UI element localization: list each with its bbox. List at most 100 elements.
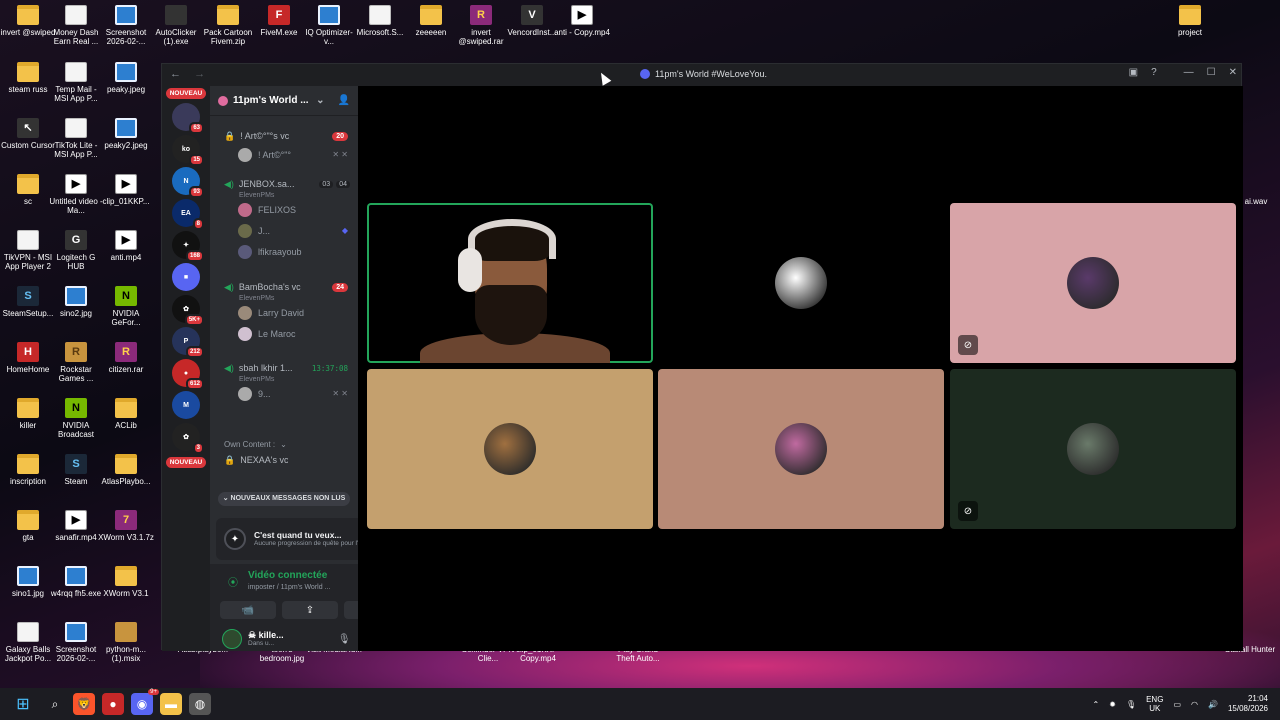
server-icon[interactable]: P 212 xyxy=(172,327,204,358)
server-icon[interactable]: N 93 xyxy=(172,167,204,198)
avatar[interactable] xyxy=(222,629,242,649)
screen-share-button[interactable]: ⇪ xyxy=(282,601,338,619)
desktop-icon[interactable]: Rinvert @swiped.rar xyxy=(453,5,509,46)
voice-user[interactable]: 9... ✕ ✕ xyxy=(210,383,358,404)
desktop-icon[interactable]: F FiveM.exe xyxy=(251,5,307,37)
desktop-icon[interactable]: w4rqq fh5.exe xyxy=(48,566,104,598)
voice-user[interactable]: ! Art©°"° ✕ ✕ xyxy=(210,144,358,165)
desktop-icon[interactable]: Pack Cartoon Fivem.zip xyxy=(200,5,256,46)
wifi-icon[interactable]: ◠ xyxy=(1191,700,1198,709)
voice-user[interactable]: Le Maroc xyxy=(210,323,358,344)
participant-tile[interactable]: ⊘ xyxy=(950,203,1236,363)
desktop-icon-label: invert @swiped.rar xyxy=(458,28,504,46)
server-icon[interactable]: ■ xyxy=(172,263,200,291)
voice-status[interactable]: Vidéo connectée xyxy=(248,570,327,581)
channel-art[interactable]: 🔒 ! Art©°"°s vc 20 ! Art©°"° ✕ ✕ xyxy=(210,128,358,165)
desktop-icon[interactable]: python-m... (1).msix xyxy=(98,622,154,663)
desktop-icon[interactable]: Screenshot 2026-02-... xyxy=(48,622,104,663)
server-icon[interactable]: ● 612 xyxy=(172,359,204,390)
maximize-button[interactable]: ☐ xyxy=(1207,67,1216,78)
server-icon[interactable]: ✿ 3 xyxy=(172,423,204,454)
participant-tile[interactable] xyxy=(658,203,944,363)
unread-messages-bar[interactable]: ⌄ NOUVEAUX MESSAGES NON LUS xyxy=(218,492,350,506)
desktop-icon[interactable]: Microsoft.S... xyxy=(352,5,408,37)
category-own-content[interactable]: Own Content : ⌄ 🔒 NEXAA's vc xyxy=(210,436,358,468)
desktop-icon[interactable]: ▶ anti - Copy.mp4 xyxy=(554,5,610,37)
minimize-button[interactable]: — xyxy=(1184,67,1194,78)
close-button[interactable]: ✕ xyxy=(1229,67,1237,78)
voice-user[interactable]: J... ◆ xyxy=(210,220,358,241)
desktop-icon[interactable]: XWorm V3.1 xyxy=(98,566,154,598)
desktop-icon[interactable]: S Steam xyxy=(48,454,104,486)
desktop-icon[interactable]: G Logitech G HUB xyxy=(48,230,104,271)
channel-jenbox[interactable]: ◀) JENBOX.sa... 03 04 ElevenPMs FELIXOS J..… xyxy=(210,176,358,262)
new-badge-top[interactable]: NOUVEAU xyxy=(166,88,206,99)
desktop-icon[interactable]: R Rockstar Games ... xyxy=(48,342,104,383)
file-explorer-icon[interactable]: ▬ xyxy=(160,693,182,715)
participant-tile[interactable]: ⊘ xyxy=(950,369,1236,529)
camera-button[interactable]: 📹 xyxy=(220,601,276,619)
server-icon[interactable]: ✿ 5K+ xyxy=(172,295,204,326)
brave-browser-icon[interactable]: 🦁 xyxy=(73,693,95,715)
desktop-icon[interactable]: ACLib xyxy=(98,398,154,430)
voice-user[interactable]: Larry David xyxy=(210,302,358,323)
desktop-icon[interactable]: AutoClicker (1).exe xyxy=(148,5,204,46)
desktop-icon[interactable]: sino2.jpg xyxy=(48,286,104,318)
camera-video-tile[interactable] xyxy=(367,203,653,363)
add-member-icon[interactable]: 👤 xyxy=(338,95,350,106)
microphone-tray-icon[interactable]: 🎙 xyxy=(1126,700,1136,709)
desktop-icon[interactable]: zeeeeen xyxy=(403,5,459,37)
server-icon[interactable]: EA 8 xyxy=(172,199,204,230)
desktop-icon[interactable]: N NVIDIA GeFor... xyxy=(98,286,154,327)
red-app-icon[interactable]: ● xyxy=(102,693,124,715)
server-icon[interactable]: M xyxy=(172,391,200,419)
volume-icon[interactable]: 🔊 xyxy=(1208,700,1218,709)
server-icon[interactable]: 63 xyxy=(172,103,204,134)
desktop-icon[interactable]: ▶ anti.mp4 xyxy=(98,230,154,262)
desktop-icon[interactable]: AtlasPlaybo... xyxy=(98,454,154,486)
chevron-up-icon[interactable]: ⌃ xyxy=(1093,700,1100,709)
steam-taskbar-icon[interactable]: ◍ xyxy=(189,693,211,715)
channel-sbah[interactable]: ◀) sbah lkhir 1... 13:37:08 ElevenPMs 9...… xyxy=(210,360,358,404)
start-button[interactable]: ⊞ xyxy=(12,693,34,715)
desktop-icon[interactable]: Rcitizen.rar xyxy=(98,342,154,374)
participant-tile[interactable] xyxy=(658,369,944,529)
desktop-icon[interactable]: V VencordInst... xyxy=(504,5,560,37)
server-icon[interactable]: ko 15 xyxy=(172,135,204,166)
channel-bambocha[interactable]: ◀) BamBocha's vc 24 ElevenPMs Larry David … xyxy=(210,279,358,344)
language-indicator[interactable]: ENG UK xyxy=(1146,695,1163,713)
new-badge-bottom[interactable]: NOUVEAU xyxy=(166,457,206,468)
forward-arrow-icon[interactable]: → xyxy=(194,68,205,80)
voice-user[interactable]: FELIXOS xyxy=(210,199,358,220)
back-arrow-icon[interactable]: ← xyxy=(170,68,181,80)
desktop-icon[interactable]: peaky2.jpeg xyxy=(98,118,154,150)
desktop-icon[interactable]: ▶ sanafir.mp4 xyxy=(48,510,104,542)
voice-user[interactable]: lfikraayoub xyxy=(210,241,358,262)
voice-location[interactable]: imposter / 11pm's World ... xyxy=(248,584,330,591)
desktop-icon[interactable]: Temp Mail - MSI App P... xyxy=(48,62,104,103)
help-icon[interactable]: ? xyxy=(1151,67,1157,78)
discord-icon[interactable]: ◉ 9+ xyxy=(131,689,159,715)
server-icon[interactable]: ✦ 168 xyxy=(172,231,204,262)
desktop-icon[interactable]: Screenshot 2026-02-... xyxy=(98,5,154,46)
desktop-icon[interactable]: project xyxy=(1162,5,1218,37)
desktop-icon[interactable]: 7 XWorm V3.1.7z xyxy=(98,510,154,542)
server-header[interactable]: 11pm's World ... ⌄ 👤 xyxy=(210,86,358,116)
settings-tray-icon[interactable]: ✹ xyxy=(1109,700,1116,709)
desktop-icon[interactable]: TikTok Lite - MSI App P... xyxy=(48,118,104,159)
inbox-icon[interactable]: ▣ xyxy=(1129,67,1138,78)
desktop-icon[interactable]: IQ Optimizer-v... xyxy=(301,5,357,46)
desktop-icon[interactable]: N NVIDIA Broadcast xyxy=(48,398,104,439)
participant-tile[interactable] xyxy=(367,369,653,529)
search-icon[interactable]: ⌕ xyxy=(44,693,66,715)
clock[interactable]: 21:04 15/08/2026 xyxy=(1228,694,1268,714)
network-icon[interactable]: ▭ xyxy=(1173,700,1181,709)
signal-icon[interactable]: ⦿ xyxy=(228,574,238,589)
desktop-icon[interactable]: ▶ Untitled video - Ma... xyxy=(48,174,104,215)
user-info[interactable]: ☠ kille... Dans u... xyxy=(248,631,284,648)
desktop-icon[interactable]: peaky.jpeg xyxy=(98,62,154,94)
microphone-icon[interactable]: 🎙 xyxy=(338,634,351,645)
desktop-icon[interactable]: ▶ clip_01KKP... xyxy=(98,174,154,206)
nav-arrows[interactable]: ← → xyxy=(170,68,205,80)
desktop-icon[interactable]: Money Dash Earn Real ... xyxy=(48,5,104,46)
